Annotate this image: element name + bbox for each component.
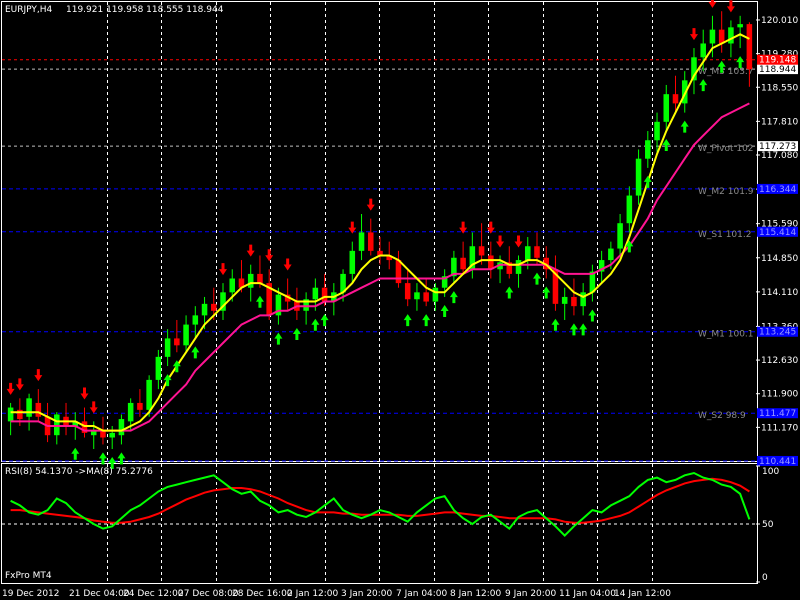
pivot-level-label: W_S2 98.9 bbox=[698, 411, 746, 421]
bull-candle bbox=[54, 414, 60, 436]
bull-candle bbox=[247, 273, 254, 288]
y-tick-label: 114.850 bbox=[761, 254, 798, 264]
bull-candle bbox=[626, 195, 633, 224]
bear-candle bbox=[672, 94, 679, 104]
bear-candle bbox=[718, 29, 725, 44]
bull-candle bbox=[229, 278, 236, 293]
x-tick-label: 14 Jan 12:00 bbox=[614, 589, 671, 599]
bear-candle bbox=[174, 338, 180, 346]
x-tick-label: 9 Jan 20:00 bbox=[505, 589, 557, 599]
chart-background bbox=[0, 0, 800, 600]
bull-candle bbox=[737, 24, 743, 28]
bid-tag-text: 119.148 bbox=[759, 56, 796, 66]
pivot-level-label: W_M1 100.1 bbox=[698, 330, 754, 340]
x-tick-label: 8 Jan 12:00 bbox=[450, 589, 502, 599]
bear-candle bbox=[211, 303, 217, 311]
bull-candle bbox=[608, 248, 614, 261]
bull-candle bbox=[580, 292, 586, 307]
bull-candle bbox=[201, 303, 208, 316]
x-tick-label: 3 Jan 20:00 bbox=[341, 589, 393, 599]
bear-candle bbox=[571, 296, 577, 307]
rsi-tick-label: 50 bbox=[762, 520, 774, 530]
price-tag-text: 113.245 bbox=[759, 328, 796, 338]
bear-candle bbox=[100, 430, 106, 438]
x-tick-label: 21 Dec 04:00 bbox=[69, 589, 130, 599]
y-tick-label: 120.010 bbox=[761, 16, 798, 26]
bull-candle bbox=[26, 398, 32, 417]
bull-candle bbox=[617, 223, 623, 249]
price-tag-text: 118.944 bbox=[759, 65, 796, 75]
bull-candle bbox=[432, 287, 439, 302]
bear-candle bbox=[404, 283, 411, 300]
x-tick-label: 2 Jan 12:00 bbox=[287, 589, 339, 599]
x-tick-label: 27 Dec 08:00 bbox=[178, 589, 239, 599]
bear-candle bbox=[35, 402, 42, 417]
pivot-level-label: W_Pivot 102 bbox=[698, 144, 754, 154]
bull-candle bbox=[192, 315, 199, 325]
price-tag-text: 115.414 bbox=[759, 228, 796, 238]
price-tag-text: 110.441 bbox=[759, 457, 796, 467]
rsi-tick-label: 0 bbox=[762, 573, 768, 583]
bull-candle bbox=[654, 121, 660, 141]
x-tick-label: 28 Dec 16:00 bbox=[232, 589, 293, 599]
bull-candle bbox=[358, 232, 365, 251]
bear-candle bbox=[460, 257, 466, 270]
bull-candle bbox=[663, 94, 670, 122]
bull-candle bbox=[635, 158, 642, 196]
price-tag-text: 117.273 bbox=[759, 142, 796, 152]
bull-candle bbox=[127, 402, 134, 422]
x-tick-label: 24 Dec 12:00 bbox=[123, 589, 184, 599]
rsi-tick-label: 100 bbox=[762, 467, 779, 477]
bear-candle bbox=[395, 260, 402, 284]
bear-candle bbox=[478, 246, 485, 256]
y-tick-label: 117.080 bbox=[761, 151, 798, 161]
bull-candle bbox=[524, 246, 531, 261]
ohlc-readout: 119.921 119.958 118.555 118.944 bbox=[66, 5, 224, 15]
bull-candle bbox=[515, 260, 522, 274]
bull-candle bbox=[109, 432, 115, 438]
y-tick-label: 111.170 bbox=[761, 423, 798, 433]
bull-candle bbox=[312, 287, 319, 300]
y-tick-label: 117.810 bbox=[761, 117, 798, 127]
bear-candle bbox=[367, 232, 374, 251]
bear-candle bbox=[137, 402, 143, 410]
bull-candle bbox=[164, 338, 171, 357]
y-tick-label: 112.630 bbox=[761, 356, 798, 366]
bear-candle bbox=[321, 287, 328, 302]
bear-candle bbox=[257, 273, 263, 284]
bear-candle bbox=[746, 24, 753, 70]
broker-label: FxPro MT4 bbox=[5, 571, 52, 581]
y-tick-label: 111.900 bbox=[761, 390, 798, 400]
pivot-level-label: W_S1 101.2 bbox=[698, 230, 751, 240]
bull-candle bbox=[645, 140, 651, 159]
bull-candle bbox=[146, 379, 152, 410]
x-tick-label: 7 Jan 04:00 bbox=[396, 589, 448, 599]
pivot-level-label: W_M2 101.9 bbox=[698, 187, 754, 197]
bear-candle bbox=[423, 292, 429, 302]
symbol-label: EURJPY,H4 bbox=[5, 5, 53, 15]
x-tick-label: 11 Jan 04:00 bbox=[559, 589, 616, 599]
price-tag-text: 116.344 bbox=[759, 185, 796, 195]
time-axis: 19 Dec 2012 21 Dec 04:0024 Dec 12:0027 De… bbox=[2, 589, 671, 599]
bull-candle bbox=[414, 292, 420, 300]
x-tick-label: 19 Dec 2012 bbox=[2, 589, 60, 599]
bull-candle bbox=[155, 356, 162, 380]
bull-candle bbox=[118, 419, 125, 436]
bull-candle bbox=[183, 324, 189, 346]
bull-candle bbox=[349, 250, 356, 274]
bull-candle bbox=[700, 43, 706, 58]
y-tick-label: 118.550 bbox=[761, 83, 798, 93]
price-chart[interactable]: W_M3 103.7 W_Pivot 102 W_M2 101.9 W_S1 101.… bbox=[0, 0, 800, 600]
bull-candle bbox=[709, 29, 716, 44]
pivot-level-label: W_M3 103.7 bbox=[698, 67, 754, 77]
bear-candle bbox=[534, 246, 540, 258]
price-tag-text: 111.477 bbox=[759, 409, 796, 419]
bull-candle bbox=[561, 296, 568, 304]
y-tick-label: 114.110 bbox=[761, 288, 798, 298]
bull-candle bbox=[728, 27, 734, 44]
rsi-label: RSI(8) 54.1370 ->MA(8) 75.2776 bbox=[5, 467, 153, 477]
bull-candle bbox=[7, 407, 14, 422]
